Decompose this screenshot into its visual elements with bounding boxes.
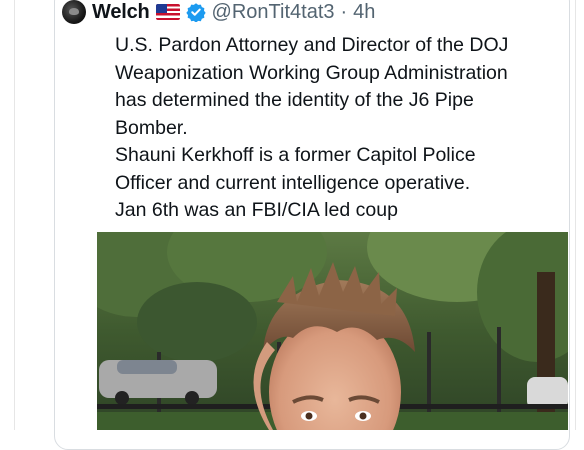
tweet-photo-image <box>97 232 568 430</box>
tweet-line: Shauni Kerkhoff is a former Capitol Poli… <box>115 144 476 166</box>
tweet-photo[interactable] <box>97 232 568 430</box>
tweet-line: Jan 6th was an FBI/CIA led coup <box>115 199 398 221</box>
tweet-line: U.S. Pardon Attorney and Director of the… <box>115 34 509 56</box>
tweet-header: Welch @RonTit4tat3 · 4h <box>62 0 572 24</box>
author-name[interactable]: Welch <box>92 1 150 24</box>
tweet-line: Weaponization Working Group Administrati… <box>115 61 508 84</box>
tweet-line: Bomber. <box>115 116 188 139</box>
author-handle[interactable]: @RonTit4tat3 <box>212 1 335 24</box>
tweet-time[interactable]: 4h <box>353 1 375 24</box>
tweet-line: Officer and current intelligence operati… <box>115 171 471 194</box>
timeline-left-border <box>14 0 15 430</box>
avatar[interactable] <box>62 0 86 24</box>
dot-separator: · <box>340 0 348 23</box>
tweet-text: U.S. Pardon Attorney and Director of the… <box>115 32 565 225</box>
tweet-line: has determined the identity of the J6 Pi… <box>115 89 474 111</box>
verified-badge-icon <box>185 3 206 22</box>
us-flag-icon <box>155 4 180 20</box>
timeline-right-border <box>575 0 576 430</box>
